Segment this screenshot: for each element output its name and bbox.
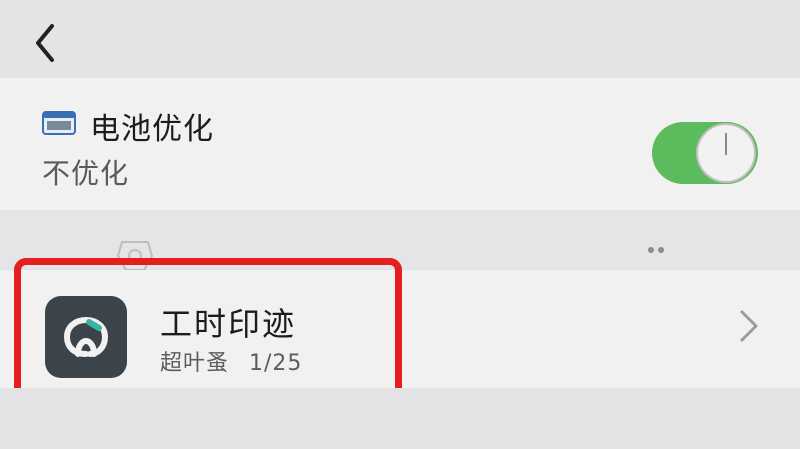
screen: 电池优化 不优化 工时印迹 超叶蚤 1/25	[0, 0, 800, 449]
top-nav	[0, 0, 800, 78]
chevron-right-icon	[740, 310, 758, 342]
bottom-area	[0, 388, 800, 449]
battery-settings-icon	[42, 111, 76, 135]
battery-optimization-status: 不优化	[42, 157, 130, 190]
battery-optimization-toggle[interactable]	[652, 122, 758, 184]
toggle-knob	[696, 123, 756, 183]
back-button[interactable]	[26, 18, 66, 68]
annotation-highlight-box	[14, 258, 402, 406]
more-dots	[648, 238, 668, 257]
battery-optimization-card: 电池优化 不优化	[0, 78, 800, 210]
chevron-left-icon	[36, 24, 54, 62]
battery-optimization-title: 电池优化	[90, 112, 214, 147]
